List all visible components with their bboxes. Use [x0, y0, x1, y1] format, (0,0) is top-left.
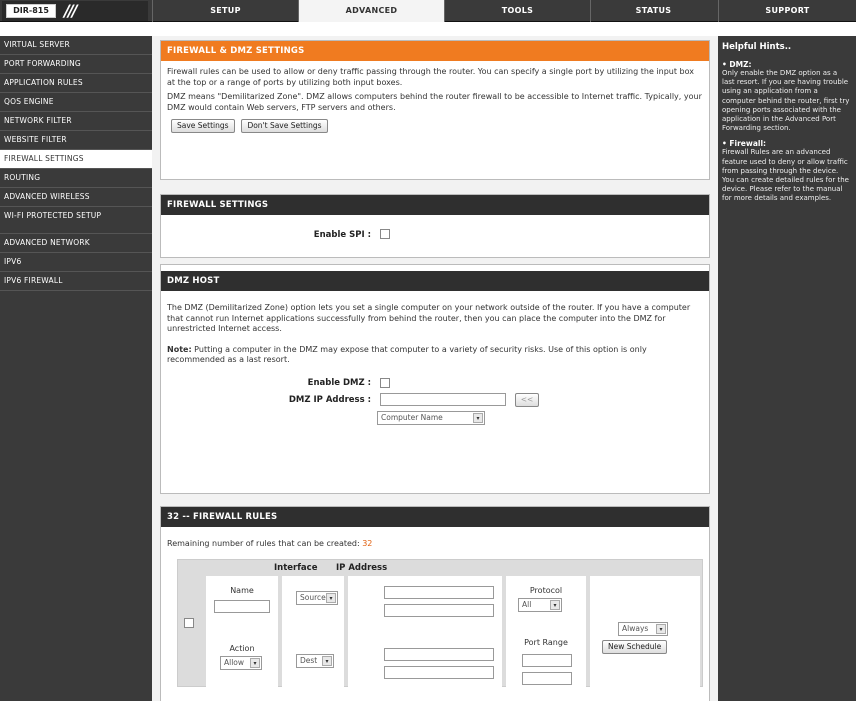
brand-slashes: /// [64, 1, 77, 20]
remaining-rules-text: Remaining number of rules that can be cr… [161, 539, 709, 550]
firewall-hint-heading: • Firewall: [722, 139, 767, 149]
enable-dmz-checkbox[interactable] [379, 377, 390, 388]
computer-name-select[interactable]: Computer Name ▾ [377, 411, 485, 425]
sidebar: VIRTUAL SERVER PORT FORWARDING APPLICATI… [0, 36, 152, 701]
dmz-host-panel: DMZ HOST The DMZ (Demilitarized Zone) op… [160, 264, 710, 494]
sidebar-item-ipv6-firewall[interactable]: IPV6 FIREWALL [0, 272, 152, 291]
intro-paragraph-2: DMZ means "Demilitarized Zone". DMZ allo… [167, 92, 702, 112]
dest-ip-end-input[interactable] [384, 666, 494, 679]
dmz-hint-label: DMZ: [729, 60, 752, 69]
dmz-hint-text: Only enable the DMZ option as a last res… [722, 69, 850, 133]
tab-support[interactable]: SUPPORT [718, 0, 856, 22]
port-range-label: Port Range [524, 638, 568, 647]
sidebar-item-network-filter[interactable]: NETWORK FILTER [0, 112, 152, 131]
dmz-host-title: DMZ HOST [161, 271, 709, 291]
new-schedule-button[interactable]: New Schedule [602, 640, 668, 654]
column-interface: Interface [274, 563, 318, 573]
rule-enable-checkbox[interactable] [184, 618, 194, 628]
dest-interface-select[interactable]: Dest ▾ [296, 654, 334, 668]
helpful-hints-panel: Helpful Hints.. • DMZ: Only enable the D… [718, 36, 856, 701]
dmz-ip-address-input[interactable] [379, 393, 506, 406]
protocol-select-value: All [522, 600, 532, 609]
save-settings-button[interactable]: Save Settings [171, 119, 235, 133]
sidebar-item-qos-engine[interactable]: QOS ENGINE [0, 93, 152, 112]
intro-paragraph-1: Firewall rules can be used to allow or d… [167, 67, 694, 87]
remaining-rules-count: 32 [362, 539, 373, 548]
sidebar-item-routing[interactable]: ROUTING [0, 169, 152, 188]
dmz-ip-address-label: DMZ IP Address : [288, 395, 371, 405]
model-label: DIR-815 [6, 4, 56, 18]
chevron-down-icon: ▾ [473, 413, 483, 423]
action-select-value: Allow [224, 658, 245, 667]
source-interface-select[interactable]: Source ▾ [296, 591, 338, 605]
port-range-end-input[interactable] [522, 672, 572, 685]
tab-status[interactable]: STATUS [590, 0, 716, 22]
enable-dmz-label: Enable DMZ : [307, 378, 371, 388]
chevron-down-icon: ▾ [250, 658, 260, 668]
enable-spi-checkbox[interactable] [379, 229, 390, 239]
helpful-hints-title: Helpful Hints.. [722, 42, 792, 52]
sidebar-item-advanced-network[interactable]: ADVANCED NETWORK [0, 234, 152, 253]
computer-name-select-value: Computer Name [381, 413, 443, 422]
intro-title: FIREWALL & DMZ SETTINGS [161, 41, 709, 61]
protocol-select[interactable]: All ▾ [518, 598, 562, 612]
name-label: Name [230, 586, 254, 595]
sidebar-item-virtual-server[interactable]: VIRTUAL SERVER [0, 36, 152, 55]
firewall-settings-panel: FIREWALL SETTINGS Enable SPI : [160, 194, 710, 258]
enable-spi-label: Enable SPI : [313, 229, 371, 240]
firewall-settings-title: FIREWALL SETTINGS [161, 195, 709, 215]
rule-name-input[interactable] [214, 600, 270, 613]
tab-setup[interactable]: SETUP [152, 0, 298, 22]
dmz-note-label: Note: [167, 344, 192, 354]
schedule-select-value: Always [622, 624, 649, 633]
dmz-note-text: Putting a computer in the DMZ may expose… [167, 344, 647, 365]
column-ip-address: IP Address [336, 563, 388, 573]
intro-panel: FIREWALL & DMZ SETTINGS Firewall rules c… [160, 40, 710, 180]
firewall-hint-label: Firewall: [729, 139, 767, 149]
top-navigation: DIR-815 /// SETUP ADVANCED TOOLS STATUS … [0, 0, 856, 22]
source-ip-end-input[interactable] [384, 604, 494, 617]
dmz-hint-heading: • DMZ: [722, 60, 752, 69]
copy-computer-ip-button[interactable]: << [514, 393, 540, 407]
sidebar-item-port-forwarding[interactable]: PORT FORWARDING [0, 55, 152, 74]
tab-tools[interactable]: TOOLS [444, 0, 590, 22]
dmz-description: The DMZ (Demilitarized Zone) option lets… [167, 303, 691, 333]
sidebar-item-firewall-settings[interactable]: FIREWALL SETTINGS [0, 150, 152, 169]
tab-advanced[interactable]: ADVANCED [298, 0, 444, 22]
schedule-select[interactable]: Always ▾ [618, 622, 668, 636]
main-content: FIREWALL & DMZ SETTINGS Firewall rules c… [152, 36, 718, 701]
sidebar-item-website-filter[interactable]: WEBSITE FILTER [0, 131, 152, 150]
chevron-down-icon: ▾ [656, 624, 666, 634]
source-interface-value: Source [300, 593, 326, 602]
dest-interface-value: Dest [300, 656, 318, 665]
action-select[interactable]: Allow ▾ [220, 656, 262, 670]
sidebar-item-advanced-wireless[interactable]: ADVANCED WIRELESS [0, 188, 152, 207]
remaining-rules-label: Remaining number of rules that can be cr… [167, 539, 360, 548]
dest-ip-start-input[interactable] [384, 648, 494, 661]
chevron-down-icon: ▾ [550, 600, 560, 610]
action-label: Action [229, 644, 255, 653]
firewall-rules-panel: 32 -- FIREWALL RULES Remaining number of… [160, 506, 710, 701]
sidebar-item-wps[interactable]: WI-FI PROTECTED SETUP [0, 207, 152, 234]
port-range-start-input[interactable] [522, 654, 572, 667]
chevron-down-icon: ▾ [326, 593, 336, 603]
dont-save-settings-button[interactable]: Don't Save Settings [241, 119, 328, 133]
firewall-hint-text: Firewall Rules are an advanced feature u… [722, 148, 849, 203]
chevron-down-icon: ▾ [322, 656, 332, 666]
firewall-rules-title: 32 -- FIREWALL RULES [161, 507, 709, 527]
firewall-rule-table: Interface IP Address Name Action Allow ▾ … [177, 559, 703, 688]
dmz-note: Note: Putting a computer in the DMZ may … [161, 345, 709, 366]
source-ip-start-input[interactable] [384, 586, 494, 599]
brand-area: DIR-815 /// [2, 1, 148, 21]
protocol-label: Protocol [529, 586, 563, 595]
sidebar-item-application-rules[interactable]: APPLICATION RULES [0, 74, 152, 93]
sidebar-item-ipv6[interactable]: IPV6 [0, 253, 152, 272]
